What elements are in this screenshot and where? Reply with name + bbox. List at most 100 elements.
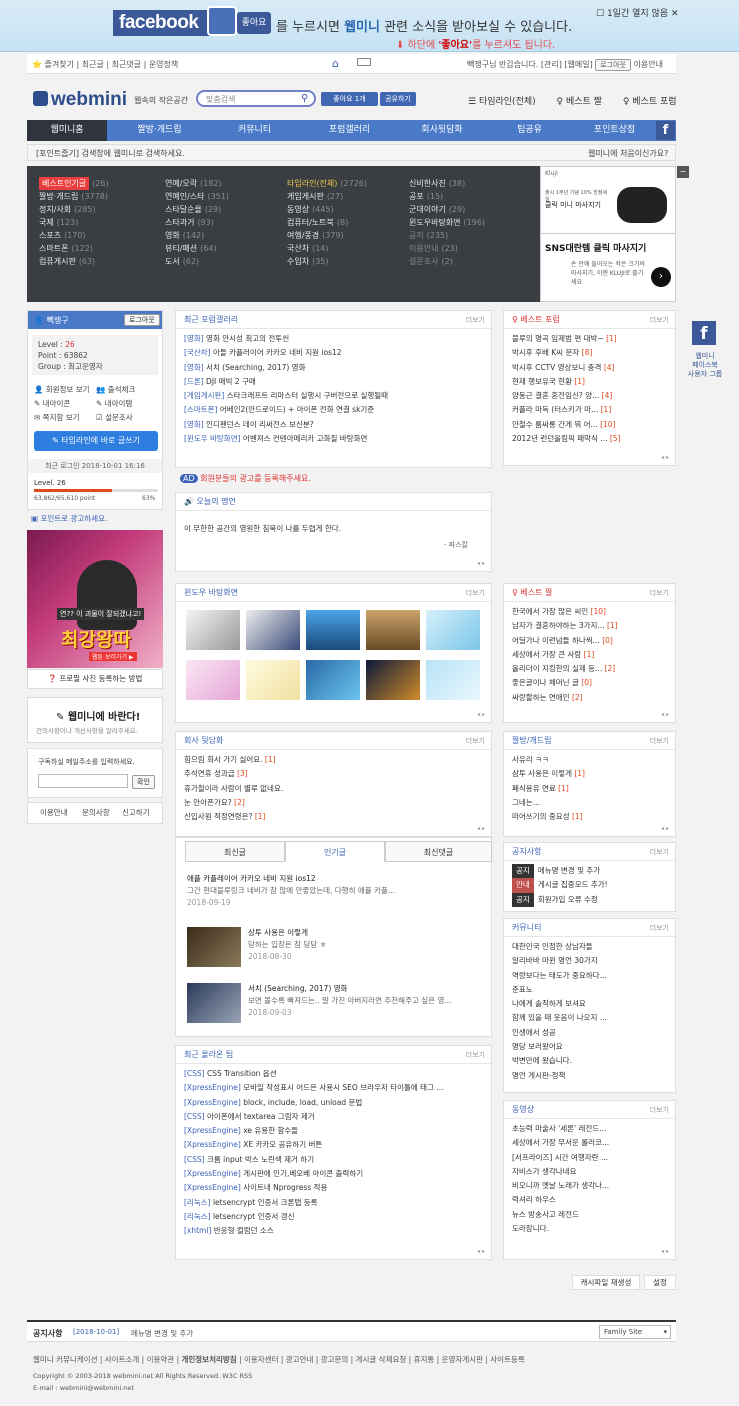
forum-item[interactable]: [드론] DJI 매빅 2 구매 xyxy=(184,375,483,389)
footer-link[interactable]: 게시글 삭제요청 xyxy=(356,1355,407,1364)
community-item[interactable]: 명당 보러왔어요 xyxy=(512,1040,667,1054)
jjalbang-item[interactable]: 떠어쓰기의 중요성 [1] xyxy=(512,810,667,824)
community-item[interactable]: 알리바바 마윈 명언 30가지 xyxy=(512,954,667,968)
best-forum-item[interactable]: 안철수 룸싸롱 간게 뭐 어... [10] xyxy=(512,418,667,432)
survey-link[interactable]: ☑ 설문조사 xyxy=(96,411,156,425)
wallpaper-thumb[interactable] xyxy=(306,610,360,650)
about-link[interactable]: 이용안내 xyxy=(634,60,663,69)
jjalbang-more[interactable]: 더보기 xyxy=(650,732,669,750)
popular-item[interactable]: 서치 (Searching, 2017) 영화 보면 볼수록 빠져드는.. 말 … xyxy=(248,983,488,1019)
window-icon[interactable] xyxy=(357,58,371,66)
best-forum-item[interactable]: 현재 행보유국 현황 [1] xyxy=(512,375,667,389)
subscribe-button[interactable]: 확인 xyxy=(132,775,155,789)
forum-item[interactable]: [영화] 서치 (Searching, 2017) 영화 xyxy=(184,361,483,375)
wallpaper-thumb[interactable] xyxy=(246,610,300,650)
nav-tips[interactable]: 팁공유 xyxy=(487,120,572,141)
search-input[interactable]: 맞춤검색 xyxy=(206,94,235,105)
category-item[interactable]: 이용안내 (23) xyxy=(409,242,529,255)
fb-share-button[interactable]: 공유하기 xyxy=(380,92,416,106)
nav-point-shop[interactable]: 포인트상점 xyxy=(572,120,657,141)
search-icon[interactable]: ⚲ xyxy=(301,93,308,104)
tip-item[interactable]: [리눅스] letsencrypt 인증서 크론탭 등록 xyxy=(184,1196,483,1210)
tip-item[interactable]: [XpressEngine] 모바일 작성표시 어드은 사용시 SEO 브라우저… xyxy=(184,1081,483,1095)
best-pal-item[interactable]: 한국에서 가장 많은 씨인 [10] xyxy=(512,605,667,619)
company-item[interactable]: 신입사원 적정연령은? [1] xyxy=(184,810,483,824)
fb-like-badge[interactable]: 좋아요 xyxy=(237,12,271,34)
link-report[interactable]: 신고하기 xyxy=(122,803,150,823)
best-pal-item[interactable]: 올리더이 지킹한의 실제 등... [2] xyxy=(512,662,667,676)
my-item-link[interactable]: ✎ 내아이템 xyxy=(96,397,156,411)
company-item[interactable]: 휴가철이라 사람이 별루 없네요. xyxy=(184,782,483,796)
community-item[interactable]: 춘표노 xyxy=(512,983,667,997)
footer-link[interactable]: 개인정보처리방침 xyxy=(181,1355,236,1364)
quote-nav[interactable]: ◂ ▸ xyxy=(477,560,485,567)
video-more[interactable]: 더보기 xyxy=(650,1101,669,1119)
nav-community[interactable]: 커뮤니티 xyxy=(207,120,302,141)
footer-link[interactable]: 광고안내 xyxy=(286,1355,314,1364)
best-pal-item[interactable]: 좋은글이나 체머닌 글 [0] xyxy=(512,676,667,690)
category-item[interactable]: 도서 (62) xyxy=(165,255,285,268)
footer-email[interactable]: E-mail : webmini@webmini.net xyxy=(33,1384,134,1392)
nav-company[interactable]: 회사뒷담화 xyxy=(397,120,487,141)
jjalbang-item[interactable]: 사유리 ㅋㅋ xyxy=(512,753,667,767)
tab-popular[interactable]: 인기글 xyxy=(285,841,385,862)
ad-label[interactable]: ▣ 포인트로 광고하세요. xyxy=(27,513,163,527)
community-item[interactable]: 대한민국 인정한 상남자들 xyxy=(512,940,667,954)
best-pal-item[interactable]: 남자가 결혼하야하는 3가지... [1] xyxy=(512,619,667,633)
link-inquiry[interactable]: 문의사항 xyxy=(82,803,110,823)
forum-gallery-more[interactable]: 더보기 xyxy=(466,311,485,329)
tab-latest[interactable]: 최신글 xyxy=(185,841,285,862)
admin-links[interactable]: [관리] [웹메일] xyxy=(541,60,593,69)
category-item[interactable]: 국제 (123) xyxy=(39,216,159,229)
category-item[interactable]: 수입차 (35) xyxy=(287,255,407,268)
community-item[interactable]: 박변만에 왔습니다. xyxy=(512,1054,667,1068)
best-forum-nav[interactable]: ◂ ▸ xyxy=(661,454,669,461)
footer-link[interactable]: 웹미니 커뮤니케이션 xyxy=(33,1355,97,1364)
ad-notice[interactable]: AD 회원분들의 광고를 등록해주세요. xyxy=(180,473,311,484)
ad-arrow-icon[interactable]: › xyxy=(651,267,671,287)
category-item[interactable]: 타임라인(전체) (2726) xyxy=(287,177,407,190)
category-item[interactable]: 신비한사진 (38) xyxy=(409,177,529,190)
jjalbang-nav[interactable]: ◂ ▸ xyxy=(661,825,669,832)
nav-forum-gallery[interactable]: 포럼갤러리 xyxy=(302,120,397,141)
notice-item[interactable]: 안내 게시글 집중모드 추가! xyxy=(512,878,667,893)
wallpaper-thumb[interactable] xyxy=(366,660,420,700)
company-more[interactable]: 더보기 xyxy=(466,732,485,750)
wallpaper-thumb[interactable] xyxy=(426,610,480,650)
category-item[interactable]: 여행/풍경 (379) xyxy=(287,229,407,242)
family-site-select[interactable]: Family Site ▾ xyxy=(599,1325,671,1339)
profile-howto-link[interactable]: ❓ 프로필 사진 등록하는 방법 xyxy=(27,669,163,689)
video-item[interactable]: 자비스가 생각나네요 xyxy=(512,1165,667,1179)
wallpaper-thumb[interactable] xyxy=(246,660,300,700)
best-forum-more[interactable]: 더보기 xyxy=(650,311,669,329)
tips-nav[interactable]: ◂ ▸ xyxy=(477,1248,485,1255)
cache-regenerate-button[interactable]: 캐시파일 재생성 xyxy=(572,1275,640,1290)
jjalbang-item[interactable]: 그네는... xyxy=(512,796,667,810)
community-more[interactable]: 더보기 xyxy=(650,919,669,937)
best-forum-item[interactable]: 2012년 런던올림픽 패막식 ... [5] xyxy=(512,432,667,446)
popular-item[interactable]: 상투 사용은 이렇게 당하는 입장은 참 당당 ㅎ 2018-08-30 xyxy=(248,927,488,963)
login-logout-button[interactable]: 로그아웃 xyxy=(124,314,160,326)
category-item[interactable]: 짤방·개드립 (3778) xyxy=(39,190,159,203)
jjalbang-item[interactable]: 폐식용유 연료 [1] xyxy=(512,782,667,796)
best-pal-nav[interactable]: ◂ ▸ xyxy=(661,711,669,718)
best-forum-item[interactable]: 블루의 명곡 임제범 편 대박~ [1] xyxy=(512,332,667,346)
company-item[interactable]: 눈 안아픈가요? [2] xyxy=(184,796,483,810)
category-item[interactable]: 스마트폰 (122) xyxy=(39,242,159,255)
fb-like-button[interactable]: 좋아요 1개 xyxy=(321,92,378,106)
best-pal-link[interactable]: ♀ 베스트 짤 xyxy=(557,97,611,107)
tips-more[interactable]: 더보기 xyxy=(466,1046,485,1064)
category-item[interactable]: 공지 (235) xyxy=(409,229,529,242)
forum-item[interactable]: [국산차] 아들 카플러이어 카카오 네비 지원 ios12 xyxy=(184,346,483,360)
best-pal-item[interactable]: 싸랑할하는 연애인 [2] xyxy=(512,691,667,705)
forum-item[interactable]: [영화] 인디펜던스 데이 리써전스 보신분? xyxy=(184,418,483,432)
wish-box[interactable]: ✎ 웹미니에 바란다! 건의사항이나 개선사항을 알려주세요. xyxy=(27,697,163,743)
category-item[interactable]: 설문조사 (2) xyxy=(409,255,529,268)
footer-link[interactable]: 이용자센터 xyxy=(244,1355,279,1364)
category-item[interactable]: 동영상 (445) xyxy=(287,203,407,216)
company-nav[interactable]: ◂ ▸ xyxy=(477,825,485,832)
wallpaper-thumb[interactable] xyxy=(186,610,240,650)
footer-link[interactable]: 사이트소개 xyxy=(105,1355,140,1364)
tip-item[interactable]: [XpressEngine] XE 카카오 공유하기 버튼 xyxy=(184,1138,483,1152)
wallpaper-thumb[interactable] xyxy=(426,660,480,700)
